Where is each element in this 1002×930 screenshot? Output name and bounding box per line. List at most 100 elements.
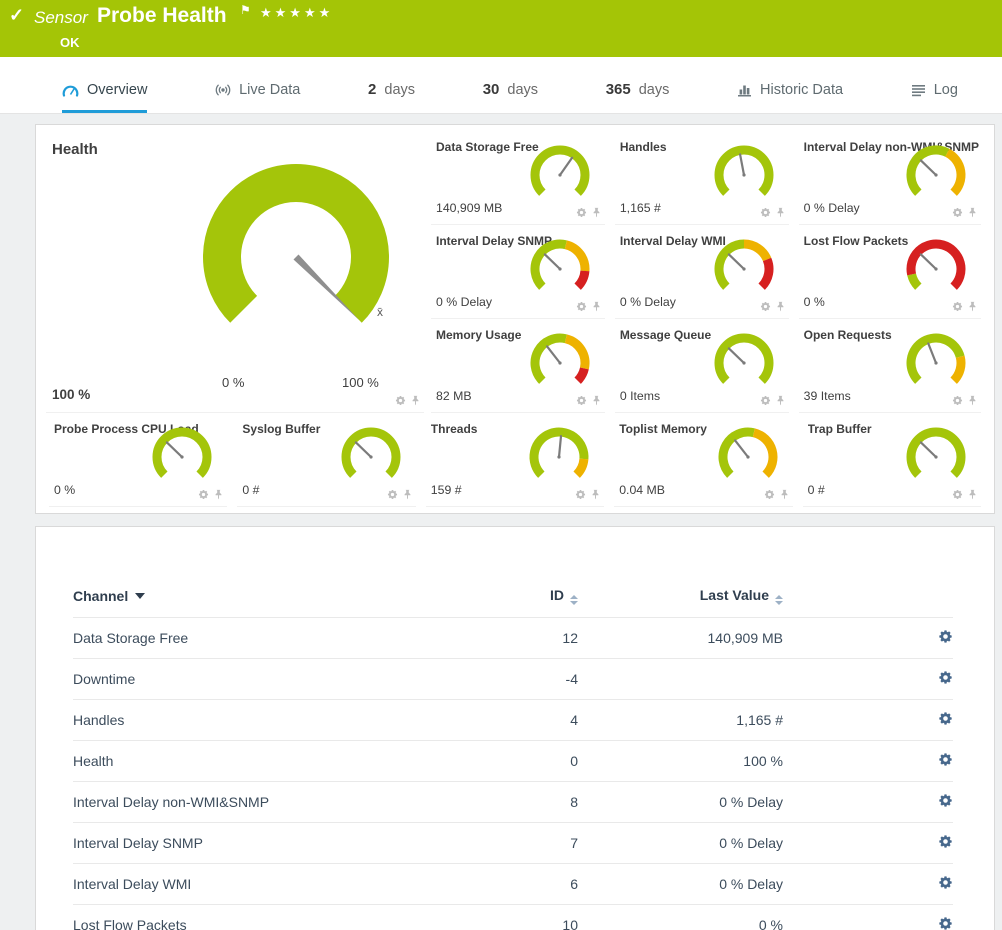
column-label: Last Value	[700, 587, 769, 603]
table-row[interactable]: Lost Flow Packets 10 0 %	[73, 905, 953, 930]
tab-label: Historic Data	[760, 82, 843, 98]
column-header-channel[interactable]: Channel	[73, 579, 503, 618]
pin-icon[interactable]	[213, 489, 224, 500]
gauge-arc	[904, 144, 968, 204]
gear-icon[interactable]	[576, 207, 587, 218]
gear-icon[interactable]	[576, 395, 587, 406]
gauge-arc	[904, 332, 968, 392]
channel-settings-gear-icon[interactable]	[938, 711, 953, 726]
tab-log[interactable]: Log	[911, 82, 958, 113]
gear-icon[interactable]	[952, 489, 963, 500]
channel-last-value: 0 % Delay	[578, 782, 783, 823]
channel-name[interactable]: Interval Delay non-WMI&SNMP	[73, 782, 503, 823]
mini-gauge-handles: Handles 1,165 #	[615, 131, 789, 225]
mini-gauge-trap-buffer: Trap Buffer 0 #	[803, 413, 981, 507]
channel-id: 8	[503, 782, 578, 823]
pin-icon[interactable]	[967, 207, 978, 218]
pin-icon[interactable]	[591, 301, 602, 312]
channel-settings-gear-icon[interactable]	[938, 875, 953, 890]
channel-last-value: 0 %	[578, 905, 783, 930]
pin-icon[interactable]	[967, 301, 978, 312]
gear-icon[interactable]	[952, 207, 963, 218]
pin-icon[interactable]	[775, 395, 786, 406]
tab-historic-data[interactable]: Historic Data	[737, 82, 843, 113]
priority-stars[interactable]: ★★★★★	[260, 5, 333, 21]
table-row[interactable]: Interval Delay WMI 6 0 % Delay	[73, 864, 953, 905]
channel-id: 7	[503, 823, 578, 864]
gear-icon[interactable]	[760, 301, 771, 312]
table-row[interactable]: Handles 4 1,165 #	[73, 700, 953, 741]
gauge	[904, 238, 968, 298]
gauge-value: 0 #	[242, 483, 259, 497]
table-row[interactable]: Interval Delay SNMP 7 0 % Delay	[73, 823, 953, 864]
tab-live-data[interactable]: Live Data	[215, 82, 300, 113]
gauge	[528, 332, 592, 392]
pin-icon[interactable]	[779, 489, 790, 500]
channel-settings-gear-icon[interactable]	[938, 752, 953, 767]
pin-icon[interactable]	[967, 395, 978, 406]
gauge-value: 140,909 MB	[436, 201, 502, 215]
gauge	[528, 238, 592, 298]
channel-id: -4	[503, 659, 578, 700]
channel-id: 10	[503, 905, 578, 930]
channel-settings-gear-icon[interactable]	[938, 916, 953, 930]
pin-icon[interactable]	[410, 395, 421, 406]
sensor-status-badge: OK	[60, 35, 80, 50]
gear-icon[interactable]	[952, 395, 963, 406]
channel-name[interactable]: Lost Flow Packets	[73, 905, 503, 930]
gauge-value: 0 #	[808, 483, 825, 497]
channel-name[interactable]: Handles	[73, 700, 503, 741]
mini-gauge-memory-usage: Memory Usage 82 MB	[431, 319, 605, 413]
pin-icon[interactable]	[591, 395, 602, 406]
gauge-value: 1,165 #	[620, 201, 661, 215]
pin-icon[interactable]	[402, 489, 413, 500]
channel-last-value: 1,165 #	[578, 700, 783, 741]
channel-name[interactable]: Downtime	[73, 659, 503, 700]
channel-name[interactable]: Data Storage Free	[73, 618, 503, 659]
gear-icon[interactable]	[575, 489, 586, 500]
gauge-value: 0 %	[804, 295, 825, 309]
channel-settings-gear-icon[interactable]	[938, 793, 953, 808]
tab-365-days[interactable]: 365 days	[606, 81, 670, 113]
gear-icon[interactable]	[760, 395, 771, 406]
gauge	[339, 426, 403, 486]
gear-icon[interactable]	[198, 489, 209, 500]
bar-chart-icon	[737, 83, 752, 97]
gear-icon[interactable]	[760, 207, 771, 218]
mini-gauge-message-queue: Message Queue 0 Items	[615, 319, 789, 413]
channel-last-value: 0 % Delay	[578, 864, 783, 905]
column-header-last-value[interactable]: Last Value	[578, 579, 783, 618]
mini-gauge-lost-flow-packets: Lost Flow Packets 0 %	[799, 225, 981, 319]
channel-last-value: 140,909 MB	[578, 618, 783, 659]
tab-2-days[interactable]: 2 days	[368, 81, 415, 113]
tab-label: Log	[934, 82, 958, 98]
pin-icon[interactable]	[590, 489, 601, 500]
channel-name[interactable]: Interval Delay SNMP	[73, 823, 503, 864]
channel-last-value: 100 %	[578, 741, 783, 782]
table-row[interactable]: Interval Delay non-WMI&SNMP 8 0 % Delay	[73, 782, 953, 823]
column-header-id[interactable]: ID	[503, 579, 578, 618]
pin-icon[interactable]	[775, 207, 786, 218]
gauge-value: 0 % Delay	[620, 295, 676, 309]
column-label: ID	[550, 587, 564, 603]
gear-icon[interactable]	[387, 489, 398, 500]
table-row[interactable]: Health 0 100 %	[73, 741, 953, 782]
channel-settings-gear-icon[interactable]	[938, 670, 953, 685]
channel-name[interactable]: Health	[73, 741, 503, 782]
gear-icon[interactable]	[576, 301, 587, 312]
gear-icon[interactable]	[952, 301, 963, 312]
gear-icon[interactable]	[764, 489, 775, 500]
tab-overview[interactable]: Overview	[62, 82, 147, 113]
pin-icon[interactable]	[775, 301, 786, 312]
channel-settings-gear-icon[interactable]	[938, 834, 953, 849]
table-row[interactable]: Data Storage Free 12 140,909 MB	[73, 618, 953, 659]
table-row[interactable]: Downtime -4	[73, 659, 953, 700]
channel-name[interactable]: Interval Delay WMI	[73, 864, 503, 905]
channel-settings-gear-icon[interactable]	[938, 629, 953, 644]
gauge-value: 0 % Delay	[436, 295, 492, 309]
pin-icon[interactable]	[967, 489, 978, 500]
tab-30-days[interactable]: 30 days	[483, 81, 538, 113]
pin-icon[interactable]	[591, 207, 602, 218]
mini-gauge-grid: Data Storage Free 140,909 MB Handles 1,1…	[426, 131, 986, 413]
gear-icon[interactable]	[395, 395, 406, 406]
